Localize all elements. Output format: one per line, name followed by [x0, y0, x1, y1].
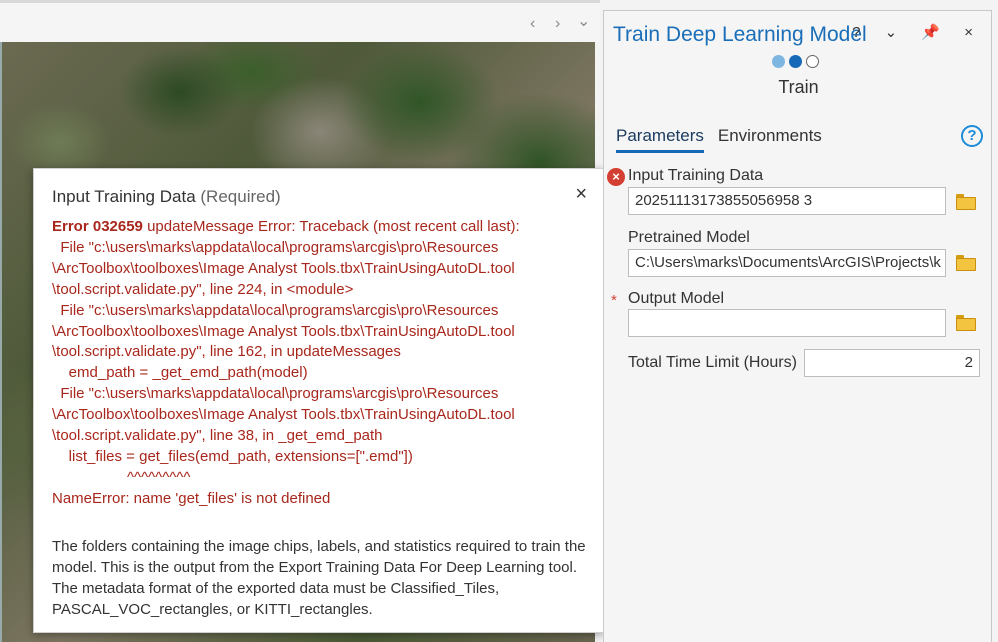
geoprocessing-pane: Train Deep Learning Model ? ⌄ 📌 × Train … [603, 10, 992, 642]
map-edge [0, 42, 2, 642]
step-indicator [772, 55, 819, 69]
pretrained-model-label: Pretrained Model [628, 229, 750, 246]
parameter-help-popup: Input Training Data (Required) × Error 0… [33, 168, 604, 633]
chevron-left-icon[interactable]: ‹ [530, 15, 535, 33]
folder-browse-icon[interactable] [956, 255, 976, 271]
output-model-label: Output Model [628, 290, 725, 307]
tab-parameters[interactable]: Parameters [616, 126, 704, 153]
chevron-right-icon[interactable]: › [555, 15, 560, 33]
input-training-data-label: Input Training Data [628, 167, 764, 184]
error-icon[interactable]: × [607, 168, 625, 186]
total-time-limit-label: Total Time Limit (Hours) [628, 354, 797, 371]
pretrained-model-field[interactable]: C:\Users\marks\Documents\ArcGIS\Projects… [628, 249, 946, 277]
output-model-field[interactable] [628, 309, 946, 337]
folder-browse-icon[interactable] [956, 194, 976, 210]
tab-environments[interactable]: Environments [718, 126, 822, 153]
error-message: Error 032659 updateMessage Error: Traceb… [52, 217, 592, 510]
pane-title: Train Deep Learning Model [613, 23, 867, 46]
step-label: Train [778, 77, 819, 97]
pane-window-controls[interactable]: ? ⌄ 📌 × [852, 23, 983, 41]
required-star: * [611, 292, 617, 309]
chevron-down-icon[interactable]: ⌄ [577, 11, 590, 31]
app-root: ‹ › ⌄ Input Training Data (Required) × E… [0, 0, 998, 642]
popup-title: Input Training Data (Required) [52, 187, 281, 207]
pane-tabs: Parameters Environments [616, 126, 822, 153]
close-icon[interactable]: × [575, 183, 587, 206]
step-dot-2[interactable] [789, 55, 802, 68]
help-icon[interactable]: ? [961, 125, 983, 147]
popup-title-required: (Required) [200, 187, 281, 206]
input-training-data-field[interactable]: 20251113173855056958 3 [628, 187, 946, 215]
map-view-header: ‹ › ⌄ [0, 0, 600, 42]
folder-browse-icon[interactable] [956, 315, 976, 331]
step-dot-3[interactable] [806, 55, 819, 68]
parameter-description: The folders containing the image chips, … [52, 538, 586, 618]
total-time-limit-field[interactable]: 2 [804, 349, 980, 377]
error-code: Error 032659 [52, 218, 143, 235]
step-dot-1[interactable] [772, 55, 785, 68]
error-traceback: updateMessage Error: Traceback (most rec… [52, 218, 520, 507]
popup-title-text: Input Training Data [52, 187, 196, 206]
